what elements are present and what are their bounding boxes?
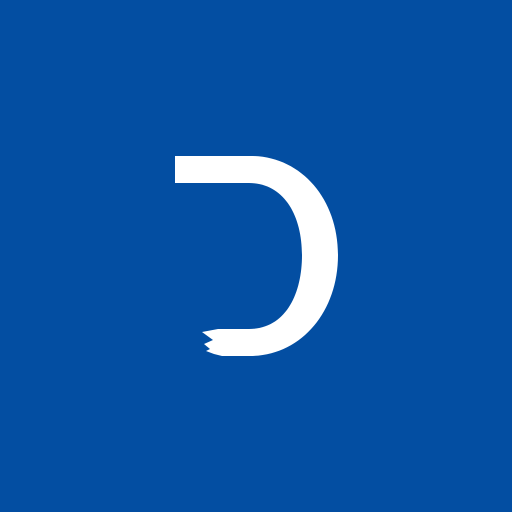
d-shaped-logo-icon xyxy=(175,156,338,356)
logo-mark xyxy=(175,156,338,356)
app-icon-canvas xyxy=(0,0,512,512)
